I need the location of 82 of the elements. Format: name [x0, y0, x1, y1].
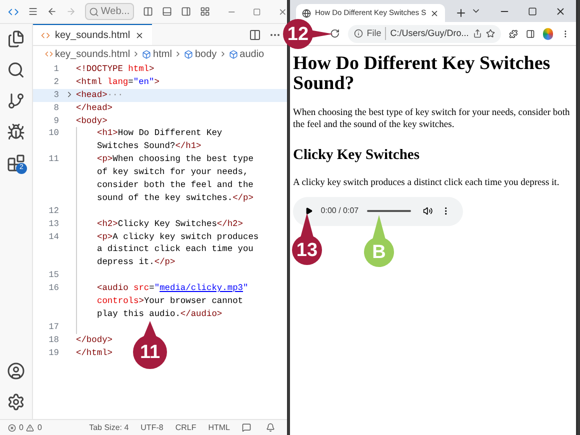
- line-number: 10: [48, 127, 59, 140]
- line-number: 14: [48, 230, 59, 244]
- code-token: <p>: [97, 232, 113, 242]
- code-token: ···: [107, 90, 123, 100]
- callout-number: 11: [138, 342, 162, 362]
- callout-number: 13: [295, 240, 319, 260]
- code-token: play this audio.: [97, 308, 180, 319]
- code-token: <h2>: [97, 218, 118, 229]
- code-token: >: [138, 296, 144, 306]
- line-number: 1: [54, 63, 59, 76]
- breadcrumb-item[interactable]: key_sounds.html: [45, 46, 130, 62]
- code-token: controls: [97, 296, 139, 306]
- status-item[interactable]: UTF-8: [140, 422, 164, 434]
- line-number: 12: [48, 204, 59, 218]
- code-token: =: [149, 283, 154, 294]
- code-token: </h1>: [175, 141, 202, 152]
- code-token: consider both the feel and the: [97, 180, 254, 190]
- code-token: </html>: [76, 348, 112, 358]
- line-number: 16: [48, 282, 59, 296]
- error-count[interactable]: 0: [19, 422, 24, 434]
- code-token: </p>: [154, 257, 176, 268]
- command-search-field[interactable]: Web...: [84, 3, 134, 20]
- code-token: html: [128, 64, 149, 74]
- code-token: Clicky Key Switches: [118, 218, 217, 229]
- code-token: =: [128, 76, 134, 87]
- line-number: 2: [54, 76, 59, 89]
- breadcrumb-item[interactable]: body: [184, 46, 217, 62]
- warning-count[interactable]: 0: [37, 422, 42, 434]
- code-token: </audio>: [180, 308, 222, 319]
- status-item[interactable]: CRLF: [175, 422, 196, 434]
- code-token: Your browser cannot: [144, 296, 243, 306]
- callout-number: B: [371, 242, 387, 262]
- line-number: 11: [48, 153, 59, 166]
- code-token: When choosing the best type: [112, 154, 254, 164]
- code-token: A clicky key switch produces: [112, 232, 259, 242]
- code-token: >: [149, 64, 154, 74]
- code-token: Switches Sound?: [97, 141, 176, 152]
- line-number: 9: [54, 114, 59, 128]
- code-token: <h1>: [97, 128, 118, 138]
- line-number: 18: [48, 334, 59, 347]
- code-token: <!DOCTYPE: [76, 64, 124, 74]
- line-number: 15: [48, 269, 59, 282]
- scheme-label: File: [366, 26, 386, 40]
- breadcrumb-item[interactable]: audio: [228, 46, 264, 62]
- url-text: C:/Users/Guy/Dro...: [390, 26, 469, 40]
- line-number: 19: [48, 346, 59, 360]
- address-bar[interactable]: File C:/Users/Guy/Dro...: [348, 24, 501, 42]
- breadcrumb-item[interactable]: html: [142, 46, 172, 62]
- code-token: <html: [76, 76, 104, 87]
- audio-time: 0:00 / 0:07: [320, 205, 359, 218]
- line-number: 13: [48, 218, 59, 231]
- code-token: src: [134, 283, 150, 294]
- code-token: <audio: [97, 283, 130, 294]
- code-token: <p>: [97, 154, 113, 164]
- line-number: 8: [54, 102, 59, 115]
- code-token: </p>: [232, 192, 254, 203]
- code-token: How Do Different Key: [118, 128, 222, 138]
- page-heading: How Do Different Key Switches Sound?: [293, 54, 552, 94]
- code-token: </head>: [76, 102, 112, 113]
- editor-tab[interactable]: key_sounds.html: [33, 24, 152, 45]
- code-token: <head>: [76, 90, 108, 100]
- code-token: sound of the key switches.: [97, 192, 233, 203]
- code-token: "en": [133, 76, 154, 87]
- code-token: ": [154, 283, 160, 294]
- status-item[interactable]: HTML: [208, 422, 230, 434]
- code-token: ": [243, 283, 248, 294]
- code-token: >: [154, 76, 160, 87]
- page-paragraph: A clicky key switch produces a distinct click each time you depress it.: [293, 176, 560, 189]
- code-token: <body>: [76, 116, 108, 126]
- code-token: lang: [107, 76, 128, 87]
- status-item[interactable]: Tab Size: 4: [89, 422, 129, 434]
- page-subheading: Clicky Key Switches: [293, 146, 420, 165]
- code-token: of key switch for your needs,: [97, 167, 248, 178]
- line-number: 17: [48, 320, 59, 334]
- code-token: depress it.: [97, 257, 154, 268]
- code-token: a distinct click each time you: [97, 244, 254, 254]
- line-number: 3: [54, 88, 59, 102]
- callout-number: 12: [286, 24, 310, 44]
- page-paragraph: When choosing the best type of key switch for your needs, consider both the feel and the sound of the key switches.: [293, 107, 571, 131]
- code-token: </body>: [76, 334, 112, 345]
- code-token: </h2>: [216, 218, 243, 229]
- code-link[interactable]: media/clicky.mp3: [160, 283, 243, 294]
